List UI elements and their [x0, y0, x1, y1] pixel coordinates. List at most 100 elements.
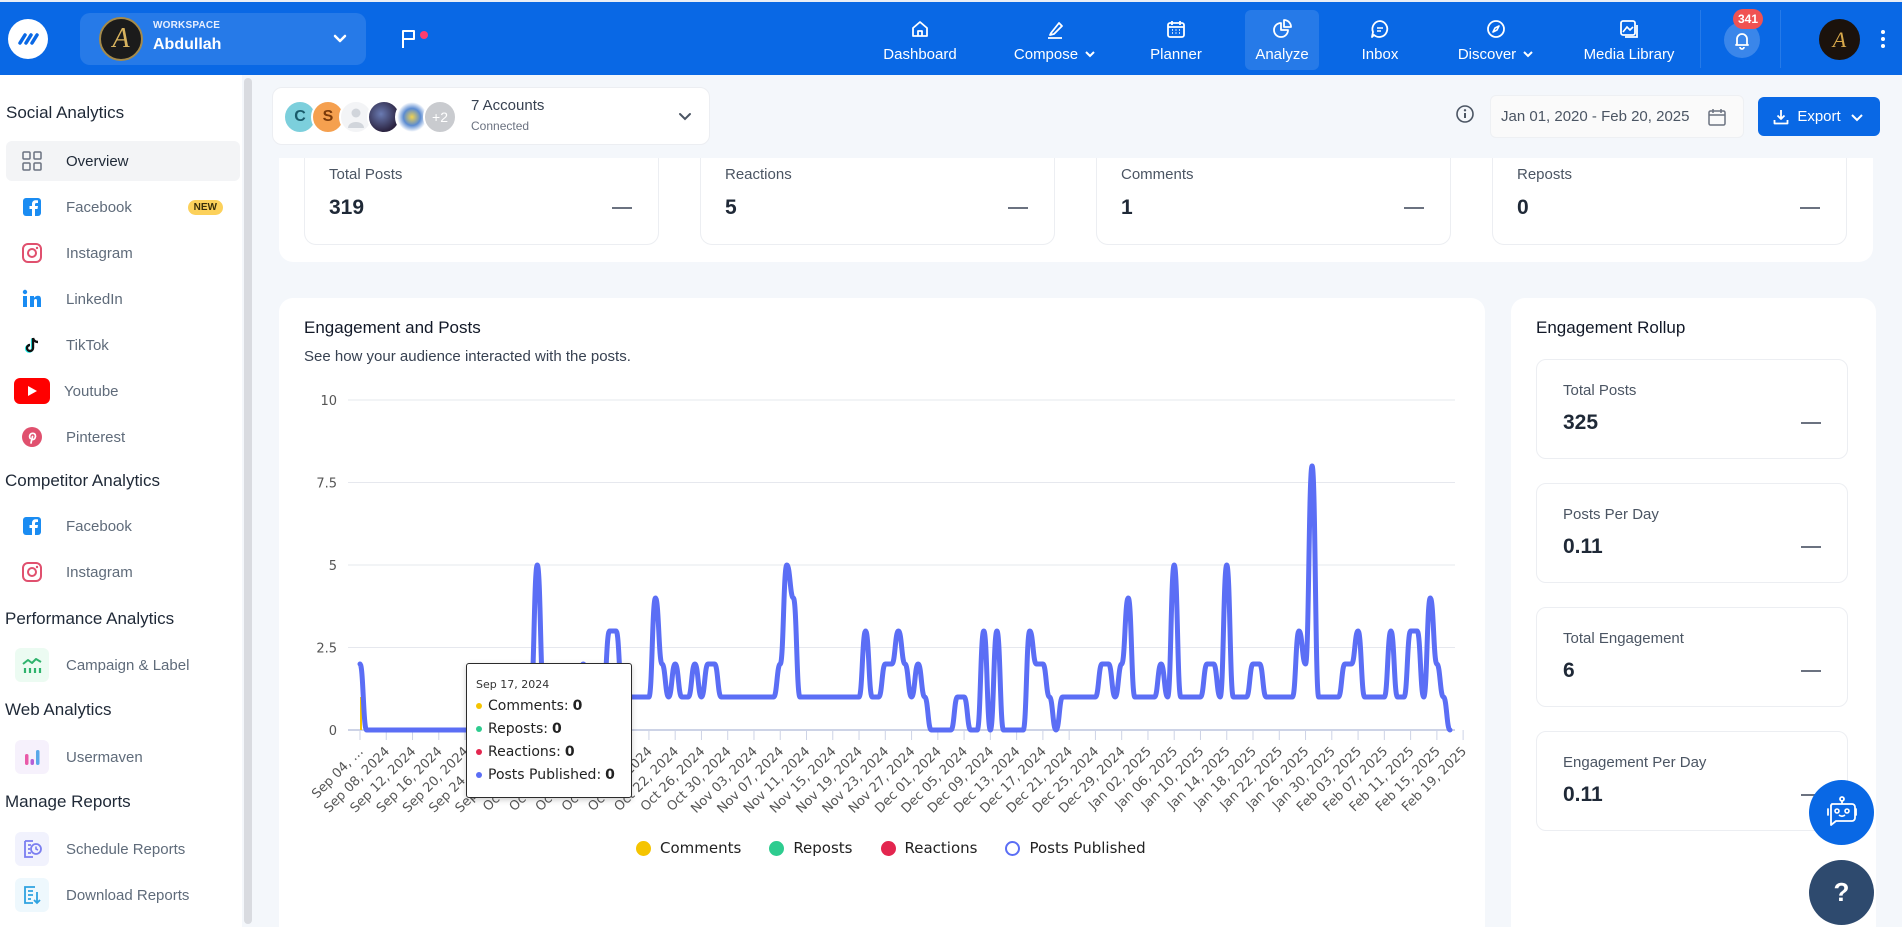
chevron-down-icon: [1850, 113, 1863, 121]
legend-swatch: [880, 840, 896, 856]
nav-label: Dashboard: [883, 45, 957, 63]
engagement-chart-card: Engagement and Posts See how your audien…: [279, 298, 1485, 927]
more-accounts-count: +2: [423, 100, 457, 134]
rollup-card-engagement-per-day: Engagement Per Day 0.11: [1536, 731, 1848, 831]
tooltip-row-reposts: Reposts: 0: [476, 721, 562, 737]
tiktok-icon: [24, 337, 39, 353]
rollup-label: Total Posts: [1563, 382, 1637, 399]
y-tick-label: 0: [329, 724, 337, 739]
sidebar-item-label: Instagram: [66, 563, 133, 581]
user-avatar[interactable]: A: [1819, 19, 1860, 60]
nav-inbox[interactable]: Inbox: [1345, 10, 1415, 70]
nav-analyze[interactable]: Analyze: [1245, 10, 1319, 70]
metric-label: Reposts: [1517, 166, 1573, 183]
sidebar-scrollbar[interactable]: [244, 78, 252, 924]
accounts-status: Connected: [471, 119, 530, 133]
nav-label: Inbox: [1361, 45, 1399, 63]
sidebar-item-label: Youtube: [64, 382, 119, 400]
nav-label: Planner: [1150, 45, 1202, 63]
metric-card-reposts: Reposts 0: [1492, 158, 1847, 245]
date-range-value: Jan 01, 2020 - Feb 20, 2025: [1501, 108, 1690, 125]
sidebar-item-tiktok[interactable]: TikTok: [6, 325, 240, 365]
more-options-icon[interactable]: [1880, 29, 1886, 49]
rollup-value: 6: [1563, 659, 1575, 682]
ai-assistant-button[interactable]: [1809, 780, 1874, 845]
sidebar: Social Analytics Overview Facebook NEW I…: [0, 75, 242, 927]
sidebar-item-usermaven[interactable]: Usermaven: [6, 737, 240, 777]
legend-item-posts-published[interactable]: Posts Published: [1005, 839, 1146, 857]
tooltip-label: Reactions:: [488, 744, 561, 760]
app-logo[interactable]: [8, 19, 48, 59]
accounts-count: 7 Accounts: [471, 97, 545, 114]
sidebar-item-download-reports[interactable]: Download Reports: [6, 875, 240, 915]
tooltip-row-reactions: Reactions: 0: [476, 744, 575, 760]
nav-dashboard[interactable]: Dashboard: [872, 10, 968, 70]
export-label: Export: [1797, 108, 1841, 125]
tooltip-row-posts-published: Posts Published: 0: [476, 767, 615, 783]
rollup-label: Engagement Per Day: [1563, 754, 1707, 771]
nav-media-library[interactable]: Media Library: [1574, 10, 1684, 70]
tooltip-row-comments: Comments: 0: [476, 698, 582, 714]
sidebar-section-title: Web Analytics: [5, 700, 112, 719]
facebook-icon: [23, 198, 41, 216]
date-range-picker[interactable]: Jan 01, 2020 - Feb 20, 2025: [1490, 95, 1744, 138]
home-icon: [912, 20, 928, 37]
legend-label: Posts Published: [1029, 839, 1146, 857]
nav-label: Compose: [1013, 45, 1079, 63]
compass-icon: [1487, 19, 1505, 38]
sidebar-item-label: Download Reports: [66, 886, 190, 904]
divider: [1780, 10, 1781, 68]
sidebar-item-overview[interactable]: Overview: [6, 141, 240, 181]
tooltip-value: 0: [572, 698, 583, 714]
bell-icon: [1735, 33, 1749, 50]
chevron-down-icon: [333, 34, 347, 43]
legend-label: Comments: [660, 839, 742, 857]
y-tick-label: 2.5: [316, 642, 337, 657]
image-gallery-icon: [1620, 19, 1638, 38]
sidebar-section-title: Competitor Analytics: [5, 471, 160, 490]
workspace-switcher[interactable]: A WORKSPACE Abdullah: [80, 13, 366, 65]
new-badge: NEW: [187, 200, 223, 215]
sidebar-item-label: Facebook: [66, 517, 132, 535]
nav-planner[interactable]: Planner: [1138, 10, 1214, 70]
sidebar-item-pinterest[interactable]: Pinterest: [6, 417, 240, 457]
robot-chat-icon: [1826, 795, 1857, 826]
sidebar-item-youtube[interactable]: Youtube: [6, 371, 240, 411]
tooltip-label: Comments:: [488, 698, 569, 714]
accounts-selector[interactable]: C S +2 7 Accounts Connected: [272, 87, 710, 145]
trend-dash-icon: [612, 207, 632, 209]
metric-value: 5: [725, 196, 737, 219]
y-tick-label: 5: [329, 559, 337, 574]
flag-icon[interactable]: [398, 28, 420, 50]
posts-dot-icon: [476, 772, 482, 778]
sidebar-item-schedule-reports[interactable]: Schedule Reports: [6, 829, 240, 869]
sidebar-item-instagram[interactable]: Instagram: [6, 233, 240, 273]
sidebar-item-linkedin[interactable]: LinkedIn: [6, 279, 240, 319]
reactions-dot-icon: [476, 749, 482, 755]
trend-dash-icon: [1801, 422, 1821, 424]
nav-label: Media Library: [1583, 45, 1675, 63]
chevron-down-icon: [679, 113, 691, 121]
sidebar-item-competitor-instagram[interactable]: Instagram: [6, 552, 240, 592]
nav-label: Analyze: [1255, 45, 1309, 63]
sidebar-item-campaign-label[interactable]: Campaign & Label: [6, 645, 240, 685]
help-button[interactable]: ?: [1809, 860, 1874, 925]
trend-dash-icon: [1404, 207, 1424, 209]
engagement-line-chart[interactable]: 02.557.510Sep 04, …Sep 08, 2024Sep 12, 2…: [279, 298, 1485, 927]
nav-discover[interactable]: Discover: [1446, 10, 1546, 70]
workspace-avatar: A: [99, 17, 143, 61]
info-icon[interactable]: [1455, 104, 1475, 124]
calendar-icon: [1167, 20, 1185, 38]
instagram-icon: [22, 562, 42, 582]
legend-item-reactions[interactable]: Reactions: [880, 839, 977, 857]
sidebar-item-facebook[interactable]: Facebook NEW: [6, 187, 240, 227]
sidebar-item-competitor-facebook[interactable]: Facebook: [6, 506, 240, 546]
nav-compose[interactable]: Compose: [1000, 10, 1110, 70]
export-button[interactable]: Export: [1758, 97, 1880, 136]
sidebar-item-label: Overview: [66, 152, 129, 170]
legend-item-comments[interactable]: Comments: [636, 839, 741, 857]
legend-item-reposts[interactable]: Reposts: [769, 839, 853, 857]
pen-icon: [1048, 21, 1063, 39]
tooltip-value: 0: [551, 721, 562, 737]
y-tick-label: 7.5: [316, 477, 337, 492]
